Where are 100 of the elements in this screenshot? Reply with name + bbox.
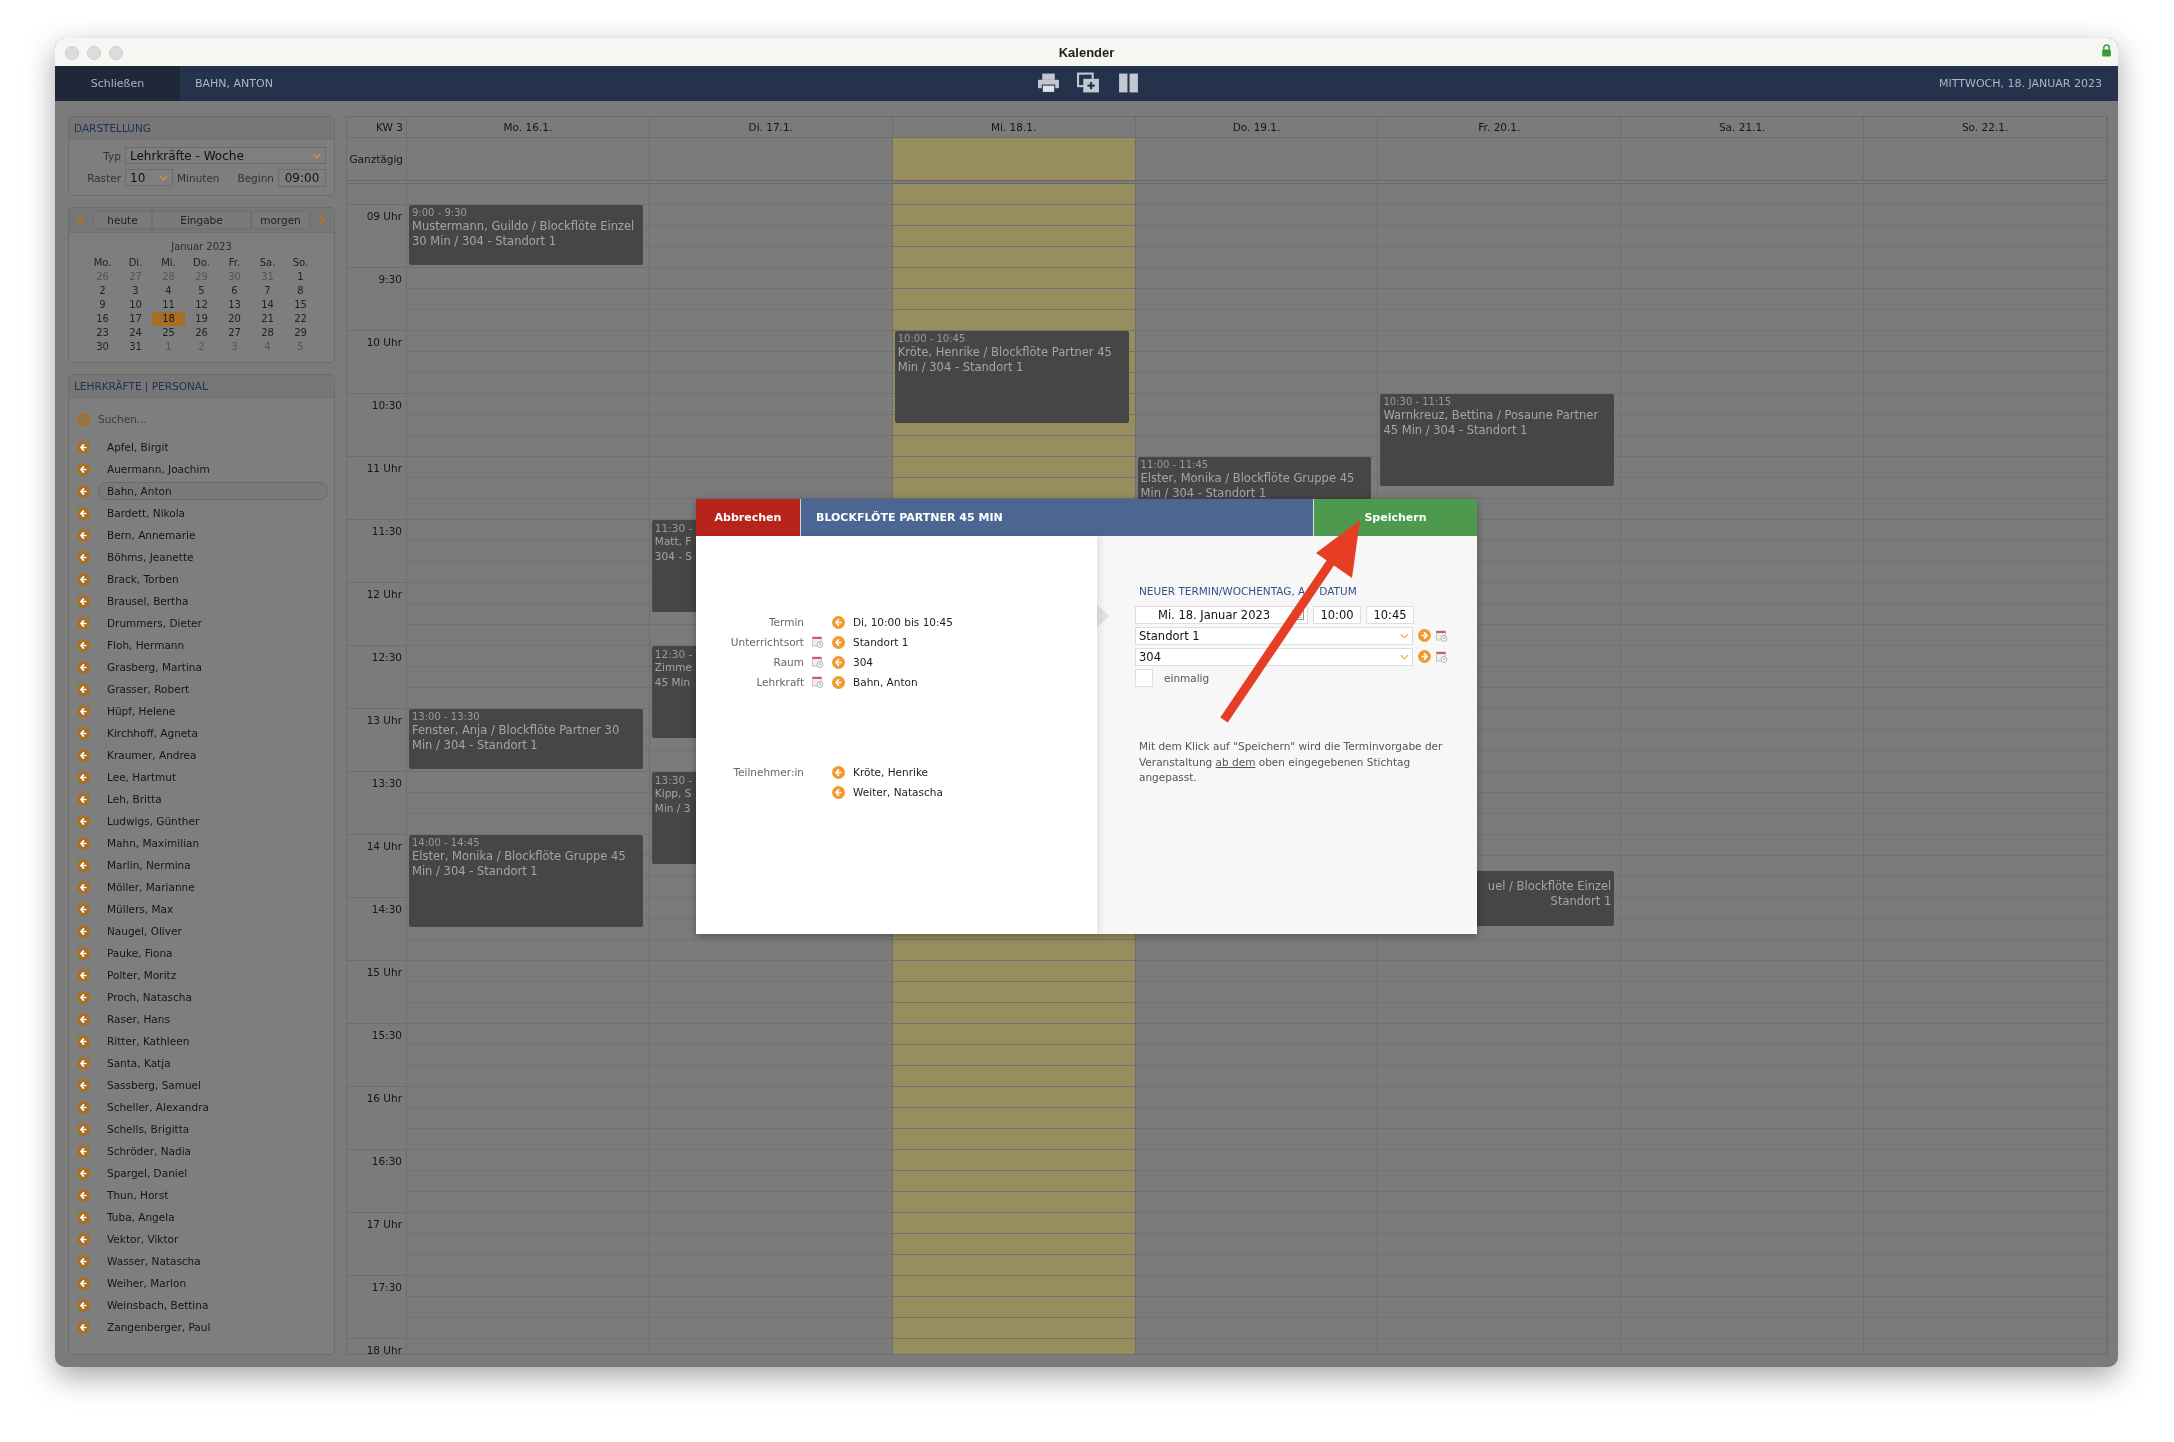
arrow-left-icon[interactable] (77, 792, 90, 806)
arrow-left-icon[interactable] (77, 528, 90, 542)
calendar-day[interactable]: 10 (119, 298, 152, 312)
arrow-left-icon[interactable] (77, 770, 90, 784)
calendar-day[interactable]: 26 (185, 326, 218, 340)
calendar-day[interactable]: 3 (119, 284, 152, 298)
arrow-left-icon[interactable] (77, 1012, 90, 1026)
arrow-left-icon[interactable] (832, 655, 845, 669)
calendar-day[interactable]: 15 (284, 298, 317, 312)
ab-dem-link[interactable]: ab dem (1215, 755, 1256, 768)
arrow-left-icon[interactable] (77, 748, 90, 762)
calendar-day[interactable]: 11 (152, 298, 185, 312)
calendar-day[interactable]: 22 (284, 312, 317, 326)
calendar-day[interactable]: 23 (86, 326, 119, 340)
arrow-left-icon[interactable] (832, 675, 845, 689)
arrow-left-icon[interactable] (77, 638, 90, 652)
calendar-day[interactable]: 25 (152, 326, 185, 340)
room-select[interactable]: 304 (1135, 647, 1413, 666)
calendar-clock-icon[interactable] (812, 636, 824, 648)
arrow-left-icon[interactable] (832, 785, 845, 799)
arrow-left-icon[interactable] (77, 484, 90, 498)
cancel-button[interactable]: Abbrechen (696, 499, 801, 536)
calendar-day[interactable]: 12 (185, 298, 218, 312)
calendar-day[interactable]: 30 (86, 340, 119, 354)
calendar-day[interactable]: 5 (185, 284, 218, 298)
person-item[interactable]: Tuba, Angela (98, 1208, 328, 1226)
date-nav-button[interactable]: heute (93, 211, 153, 229)
date-nav-button[interactable]: Eingabe (152, 211, 251, 229)
person-item[interactable]: Apfel, Birgit (98, 438, 328, 456)
calendar-day[interactable]: 18 (152, 312, 185, 326)
arrow-left-icon[interactable] (77, 1166, 90, 1180)
person-item[interactable]: Lee, Hartmut (98, 768, 328, 786)
calendar-day[interactable]: 20 (218, 312, 251, 326)
person-item[interactable]: Bern, Annemarie (98, 526, 328, 544)
appointment[interactable]: 10:00 - 10:45 Kröte, Henrike / Blockflöte Partner 45 Min / 304 - Standort 1 (894, 331, 1129, 423)
calendar-clock-icon[interactable] (1436, 650, 1448, 663)
person-item[interactable]: Bahn, Anton (98, 482, 328, 500)
location-select[interactable]: Standort 1 (1135, 626, 1413, 645)
arrow-left-icon[interactable] (77, 726, 90, 740)
columns-icon[interactable] (1117, 72, 1140, 94)
person-item[interactable]: Ritter, Kathleen (98, 1032, 328, 1050)
arrow-left-icon[interactable] (77, 858, 90, 872)
arrow-left-icon[interactable] (77, 1100, 90, 1114)
person-item[interactable]: Leh, Britta (98, 790, 328, 808)
calendar-day[interactable]: 9 (86, 298, 119, 312)
arrow-right-icon[interactable] (1418, 650, 1431, 663)
person-item[interactable]: Drummers, Dieter (98, 614, 328, 632)
person-item[interactable]: Naugel, Oliver (98, 922, 328, 940)
arrow-left-icon[interactable] (77, 1144, 90, 1158)
type-select[interactable]: Lehrkräfte - Woche (125, 147, 326, 164)
arrow-left-icon[interactable] (77, 1056, 90, 1070)
arrow-left-icon[interactable] (77, 660, 90, 674)
calendar-day[interactable]: 17 (119, 312, 152, 326)
arrow-left-icon[interactable] (77, 1188, 90, 1202)
person-item[interactable]: Grasberg, Martina (98, 658, 328, 676)
person-item[interactable]: Zangenberger, Paul (98, 1318, 328, 1336)
arrow-left-icon[interactable] (77, 1320, 90, 1334)
arrow-left-icon[interactable] (77, 902, 90, 916)
calendar-day[interactable]: 7 (251, 284, 284, 298)
arrow-left-icon[interactable] (77, 594, 90, 608)
arrow-left-icon[interactable] (77, 990, 90, 1004)
arrow-left-icon[interactable] (77, 550, 90, 564)
start-time-field[interactable]: 09:00 (278, 168, 326, 187)
arrow-left-icon[interactable] (77, 1122, 90, 1136)
person-item[interactable]: Polter, Moritz (98, 966, 328, 984)
arrow-left-icon[interactable] (77, 814, 90, 828)
calendar-day[interactable]: 19 (185, 312, 218, 326)
arrow-left-icon[interactable] (77, 1298, 90, 1312)
calendar-day[interactable]: 8 (284, 284, 317, 298)
date-nav-button[interactable]: morgen (251, 211, 310, 229)
arrow-left-icon[interactable] (77, 506, 90, 520)
arrow-left-icon[interactable] (77, 1254, 90, 1268)
arrow-left-icon[interactable] (77, 616, 90, 630)
person-item[interactable]: Hüpf, Helene (98, 702, 328, 720)
arrow-left-icon[interactable] (832, 615, 845, 629)
calendar-day[interactable]: 21 (251, 312, 284, 326)
arrow-left-icon[interactable] (77, 704, 90, 718)
calendar-day[interactable]: 27 (218, 326, 251, 340)
person-item[interactable]: Proch, Natascha (98, 988, 328, 1006)
person-item[interactable]: Kraumer, Andrea (98, 746, 328, 764)
person-item[interactable]: Möller, Marianne (98, 878, 328, 896)
arrow-left-icon[interactable] (77, 880, 90, 894)
calendar-day[interactable]: 31 (119, 340, 152, 354)
arrow-left-icon[interactable] (77, 924, 90, 938)
start-time-field[interactable]: 10:00 (1313, 605, 1361, 624)
person-item[interactable]: Mahn, Maximilian (98, 834, 328, 852)
person-item[interactable]: Brack, Torben (98, 570, 328, 588)
person-item[interactable]: Böhms, Jeanette (98, 548, 328, 566)
person-item[interactable]: Sassberg, Samuel (98, 1076, 328, 1094)
person-item[interactable]: Ludwigs, Günther (98, 812, 328, 830)
calendar-day[interactable]: 16 (86, 312, 119, 326)
arrow-left-icon[interactable] (832, 765, 845, 779)
end-time-field[interactable]: 10:45 (1366, 605, 1414, 624)
calendar-clock-icon[interactable] (1436, 629, 1448, 642)
person-item[interactable]: Scheller, Alexandra (98, 1098, 328, 1116)
person-item[interactable]: Marlin, Nermina (98, 856, 328, 874)
person-item[interactable]: Thun, Horst (98, 1186, 328, 1204)
arrow-left-icon[interactable] (77, 462, 90, 476)
arrow-left-icon[interactable] (77, 572, 90, 586)
arrow-left-icon[interactable] (77, 946, 90, 960)
